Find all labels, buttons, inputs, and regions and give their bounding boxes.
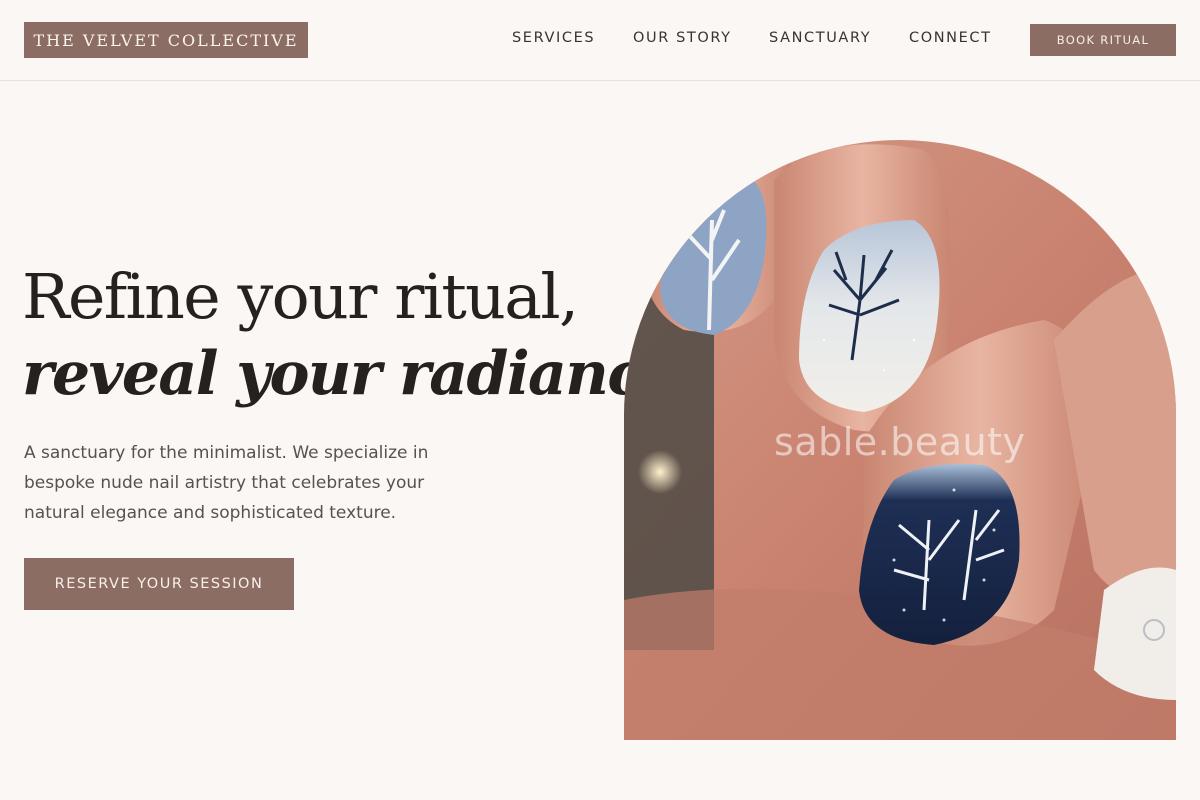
brand-logo[interactable]: THE VELVET COLLECTIVE [24, 22, 308, 58]
site-header: THE VELVET COLLECTIVE SERVICES OUR STORY… [0, 0, 1200, 81]
hero-headline-line1: Refine your ritual, [22, 260, 579, 333]
hero-headline-line2: reveal your radiance. [22, 339, 700, 409]
hero-nail-art-image: sable.beauty [624, 140, 1176, 740]
nav-connect[interactable]: CONNECT [909, 30, 992, 46]
nav-services[interactable]: SERVICES [512, 30, 595, 46]
nav-our-story[interactable]: OUR STORY [633, 30, 732, 46]
hero-description: A sanctuary for the minimalist. We speci… [24, 443, 429, 523]
book-ritual-button[interactable]: BOOK RITUAL [1030, 24, 1176, 56]
nav-sanctuary[interactable]: SANCTUARY [769, 30, 871, 46]
reserve-session-button[interactable]: RESERVE YOUR SESSION [24, 558, 294, 610]
image-watermark: sable.beauty [774, 420, 1026, 464]
